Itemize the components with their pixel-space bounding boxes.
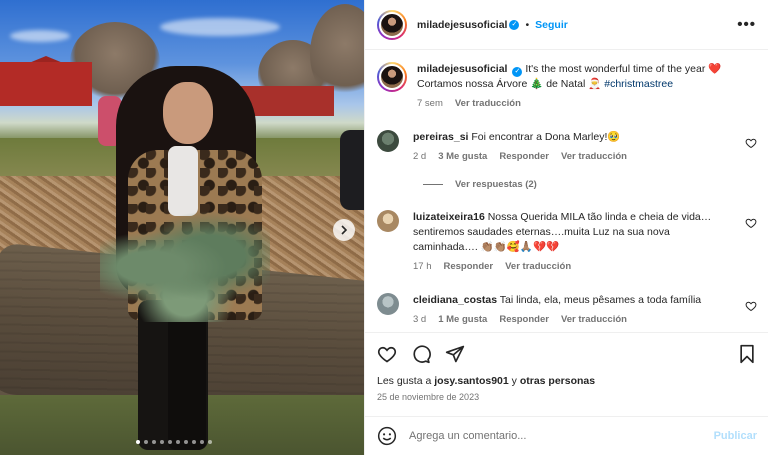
likes-summary: Les gusta a josy.santos901 y otras perso… [377,375,757,387]
caption-translate-link[interactable]: Ver traducción [455,96,521,111]
photo-woman-shirt [168,146,198,216]
verified-badge-icon: ✓ [509,19,520,30]
author-username[interactable]: miladejesusoficial [417,19,507,31]
post-caption: miladejesusoficial ✓ It's the most wonde… [377,62,757,111]
photo-barn [0,62,92,106]
carousel-dot [136,440,140,444]
carousel-next-button[interactable] [333,219,355,241]
view-replies-label: Ver respuestas (2) [455,179,537,190]
comment-reply-button[interactable]: Responder [499,149,549,164]
comment-composer: Publicar [365,416,768,455]
comment-username[interactable]: luizateixeira16 [413,211,485,223]
carousel-dot [184,440,188,444]
carousel-dot [168,440,172,444]
view-replies-button[interactable]: Ver respuestas (2) [423,179,537,190]
separator-dot: • [525,18,530,31]
comment-item: cleidiana_costas Tai linda, ela, meus pê… [377,293,757,327]
comment-likes[interactable]: 3 Me gusta [438,149,487,164]
post-actions: Les gusta a josy.santos901 y otras perso… [365,332,768,416]
like-heart-icon[interactable] [377,344,397,364]
photo-cloud [10,30,70,42]
carousel-dot [144,440,148,444]
carousel-dot [208,440,212,444]
photo-evergreen-branches [100,212,270,322]
heart-icon[interactable] [745,217,757,229]
comment-age[interactable]: 3 d [413,312,426,327]
carousel-dot [160,440,164,444]
caption-username[interactable]: miladejesusoficial [417,63,507,75]
post-date[interactable]: 25 de noviembre de 2023 [377,392,757,402]
hashtag-link[interactable]: #christmastree [604,78,673,90]
photo-car [340,130,364,210]
photo-woman-face [163,82,213,144]
comment-age[interactable]: 17 h [413,259,432,274]
comment-translate-link[interactable]: Ver traducción [505,259,571,274]
carousel-dots [136,440,212,444]
share-send-icon[interactable] [445,344,465,364]
more-options-icon[interactable]: ••• [737,16,756,33]
commenter-avatar[interactable] [377,293,399,315]
photo-woman-legs [168,310,206,450]
comment-bubble-icon[interactable] [411,344,431,364]
comment-translate-link[interactable]: Ver traducción [561,312,627,327]
likes-middle: y [508,375,520,387]
comment-text-line2: sentiremos saudades eternas….muita Luz n… [413,226,670,238]
comment-age[interactable]: 2 d [413,149,426,164]
replies-divider [423,184,443,185]
heart-icon[interactable] [745,300,757,312]
heart-icon[interactable] [745,137,757,149]
carousel-dot [200,440,204,444]
comment-text: Foi encontrar a Dona Marley!🥹 [471,131,621,143]
caption-text-line1: It's the most wonderful time of the year… [525,63,722,75]
comment-item: luizateixeira16 Nossa Querida MILA tão l… [377,210,757,274]
comment-reply-button[interactable]: Responder [499,312,549,327]
likes-user-link[interactable]: josy.santos901 [434,375,509,387]
caption-text-line2: Cortamos nossa Árvore 🎄 de Natal 🎅 [417,78,602,90]
comment-input[interactable] [409,430,714,442]
carousel-dot [192,440,196,444]
comment-text-line1: Nossa Querida MILA tão linda e cheia de … [487,211,712,223]
carousel-dot [152,440,156,444]
likes-others-link[interactable]: otras personas [520,375,595,387]
caption-age[interactable]: 7 sem [417,96,443,111]
follow-button[interactable]: Seguir [535,19,568,31]
comment-text: Tai linda, ela, meus pêsames a toda famí… [499,294,702,306]
commenter-avatar[interactable] [377,210,399,232]
comment-text-line3: caminhada…. 👏🏽👏🏽🥰🙏🏽💔💔 [413,241,560,253]
carousel-dot [176,440,180,444]
verified-badge-icon: ✓ [512,67,523,77]
commenter-avatar[interactable] [377,130,399,152]
author-avatar[interactable] [377,9,407,40]
author-avatar[interactable] [377,62,407,92]
comment-translate-link[interactable]: Ver traducción [561,149,627,164]
comment-item: pereiras_si Foi encontrar a Dona Marley!… [377,130,757,164]
publish-button[interactable]: Publicar [714,430,757,442]
photo-cloud [160,18,280,36]
comment-username[interactable]: pereiras_si [413,131,468,143]
comment-reply-button[interactable]: Responder [444,259,494,274]
bookmark-icon[interactable] [737,344,757,364]
post-header: miladejesusoficial ✓ • Seguir ••• [365,0,768,50]
comment-username[interactable]: cleidiana_costas [413,294,497,306]
likes-prefix: Les gusta a [377,375,435,387]
comment-likes[interactable]: 1 Me gusta [438,312,487,327]
chevron-right-icon [341,225,348,235]
emoji-icon[interactable] [377,426,397,446]
post-side-panel: miladejesusoficial ✓ • Seguir ••• milade… [364,0,768,455]
post-photo[interactable] [0,0,364,455]
comments-list[interactable]: miladejesusoficial ✓ It's the most wonde… [365,50,768,332]
